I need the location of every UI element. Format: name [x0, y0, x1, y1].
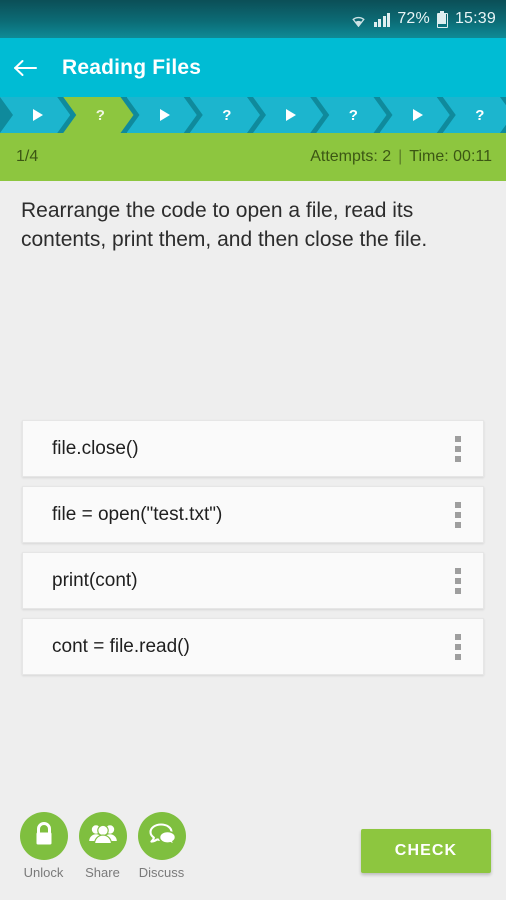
- check-button[interactable]: CHECK: [361, 829, 491, 873]
- back-arrow-icon: [13, 58, 39, 78]
- drag-handle-icon[interactable]: [455, 501, 461, 528]
- question-prompt: Rearrange the code to open a file, read …: [21, 199, 428, 251]
- battery-percent-label: 72%: [397, 10, 430, 27]
- code-card-list: file.close() file = open("test.txt") pri…: [22, 420, 484, 684]
- status-bar-icons: 72% 15:39: [350, 10, 496, 28]
- progress-step-7[interactable]: [380, 97, 450, 133]
- people-group-icon: [88, 821, 118, 852]
- stats-bar: 1/4 Attempts: 2 | Time: 00:11: [0, 133, 506, 181]
- attempts-label: Attempts: 2: [310, 148, 392, 165]
- page-title: Reading Files: [62, 55, 202, 79]
- unlock-button-circle: [19, 812, 68, 860]
- drag-handle-icon[interactable]: [455, 567, 461, 594]
- back-button[interactable]: [0, 38, 52, 97]
- discuss-button[interactable]: Discuss: [132, 812, 191, 880]
- code-card-text: print(cont): [52, 569, 138, 591]
- progress-step-2[interactable]: ?: [63, 97, 133, 133]
- wifi-icon: [350, 12, 367, 27]
- battery-icon: [436, 10, 448, 28]
- progress-step-6[interactable]: ?: [316, 97, 386, 133]
- share-button[interactable]: Share: [73, 812, 132, 880]
- share-label: Share: [85, 865, 120, 880]
- discuss-label: Discuss: [138, 865, 185, 880]
- question-icon: ?: [95, 106, 105, 124]
- question-icon: ?: [222, 106, 232, 124]
- code-card-text: file = open("test.txt"): [52, 503, 223, 525]
- unlock-button[interactable]: Unlock: [14, 812, 73, 880]
- question-icon: ?: [475, 106, 485, 124]
- progress-step-3[interactable]: [127, 97, 197, 133]
- play-icon: [286, 109, 296, 121]
- progress-step-4[interactable]: ?: [190, 97, 260, 133]
- play-icon: [33, 109, 43, 121]
- unlock-label: Unlock: [23, 865, 64, 880]
- play-icon: [413, 109, 423, 121]
- drag-handle-icon[interactable]: [455, 633, 461, 660]
- question-position-label: 1/4: [16, 148, 39, 165]
- progress-chevron-bar: ? ? ? ?: [0, 97, 506, 133]
- stats-separator: |: [398, 148, 403, 165]
- signal-bars-icon: [373, 12, 391, 27]
- code-card[interactable]: print(cont): [22, 552, 484, 609]
- progress-step-1[interactable]: [0, 97, 70, 133]
- share-button-circle: [78, 812, 127, 860]
- code-card[interactable]: file.close(): [22, 420, 484, 477]
- discuss-button-circle: [137, 812, 186, 860]
- lock-icon: [31, 820, 57, 853]
- play-icon: [160, 109, 170, 121]
- toolbar: Reading Files: [0, 38, 506, 97]
- code-card[interactable]: cont = file.read(): [22, 618, 484, 675]
- question-icon: ?: [348, 106, 358, 124]
- progress-step-8[interactable]: ?: [443, 97, 506, 133]
- code-card-text: file.close(): [52, 437, 139, 459]
- progress-step-5[interactable]: [253, 97, 323, 133]
- drag-handle-icon[interactable]: [455, 435, 461, 462]
- bottom-action-bar: Unlock Share Discuss CHECK: [0, 812, 506, 900]
- bottom-action-group: Unlock Share Discuss: [0, 812, 191, 880]
- code-card-text: cont = file.read(): [52, 635, 190, 657]
- code-card[interactable]: file = open("test.txt"): [22, 486, 484, 543]
- speech-bubbles-icon: [147, 821, 177, 852]
- app-root: 72% 15:39 Reading Files ? ? ? ? 1/4 Atte…: [0, 0, 506, 900]
- status-bar: 72% 15:39: [0, 0, 506, 38]
- stats-right-group: Attempts: 2 | Time: 00:11: [310, 148, 492, 166]
- clock-label: 15:39: [454, 10, 496, 27]
- time-label: Time: 00:11: [409, 148, 492, 165]
